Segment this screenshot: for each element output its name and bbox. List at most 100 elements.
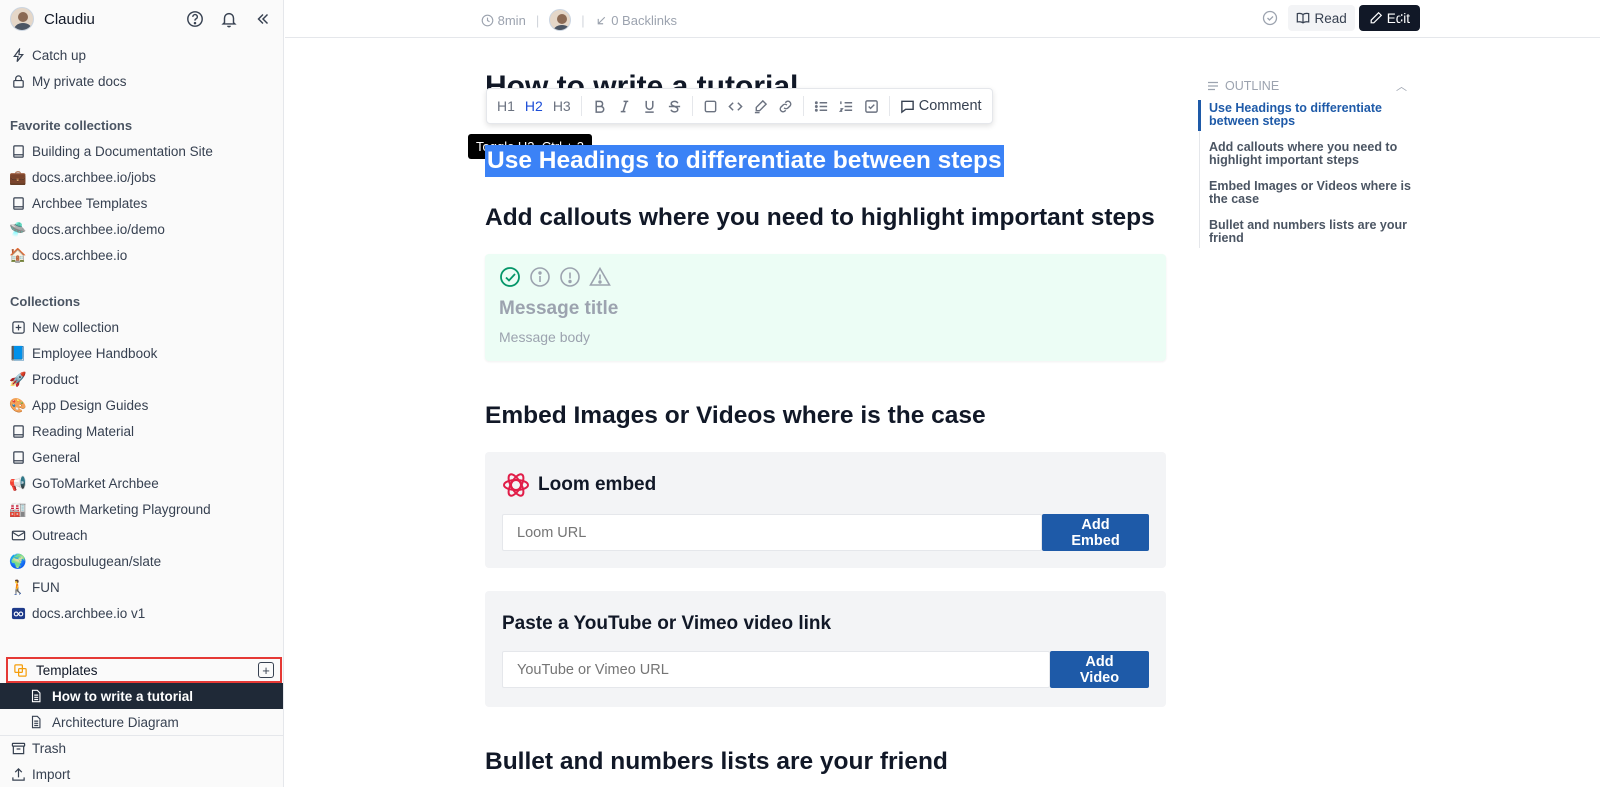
sidebar-item-employee-handbook[interactable]: 📘 Employee Handbook	[0, 340, 283, 366]
heading-embed[interactable]: Embed Images or Videos where is the case	[485, 402, 986, 430]
meta-separator: |	[581, 12, 585, 28]
sidebar-item-docs-jobs[interactable]: 💼 docs.archbee.io/jobs	[0, 164, 283, 190]
outline-item[interactable]: Use Headings to differentiate between st…	[1198, 100, 1419, 131]
user-avatar[interactable]	[10, 7, 34, 31]
loom-embed-title-text: Loom embed	[538, 474, 657, 495]
sidebar-item-outreach[interactable]: Outreach	[0, 522, 283, 548]
sidebar-item-label: Trash	[32, 741, 67, 756]
video-url-input[interactable]	[502, 651, 1050, 688]
user-name[interactable]: Claudiu	[44, 11, 95, 28]
heading-3-button[interactable]: H3	[551, 98, 573, 114]
sidebar-item-gotomarket[interactable]: 📢 GoToMarket Archbee	[0, 470, 283, 496]
italic-icon[interactable]	[615, 99, 634, 114]
alert-circle-icon[interactable]	[559, 266, 581, 288]
sidebar-item-product[interactable]: 🚀 Product	[0, 366, 283, 392]
sidebar-item-fun[interactable]: 🚶 FUN	[0, 574, 283, 600]
read-time-label: 8min	[497, 12, 526, 28]
callout-body[interactable]: Message body	[499, 329, 590, 345]
bulleted-list-icon[interactable]	[812, 99, 831, 114]
briefcase-icon: 💼	[9, 169, 27, 185]
check-circle-icon[interactable]	[1262, 10, 1278, 26]
help-icon[interactable]	[185, 9, 205, 29]
add-template-icon[interactable]: +	[258, 662, 274, 678]
numbered-list-icon[interactable]	[837, 99, 856, 114]
sidebar-item-docs-archbee[interactable]: 🏠 docs.archbee.io	[0, 242, 283, 268]
templates-icon	[12, 662, 28, 678]
bell-icon[interactable]	[219, 9, 239, 29]
sidebar-item-label: docs.archbee.io/jobs	[32, 169, 156, 185]
read-time: 8min	[481, 13, 526, 28]
read-mode-button[interactable]: Read	[1288, 5, 1355, 31]
selected-heading[interactable]: Use Headings to differentiate between st…	[485, 145, 1004, 177]
more-options-icon[interactable]: ⋮	[1392, 8, 1412, 28]
sidebar-item-label: Reading Material	[32, 423, 135, 439]
sidebar-item-label: Catch up	[32, 47, 87, 63]
backlinks[interactable]: 0 Backlinks	[595, 13, 677, 28]
sidebar-item-building-docs[interactable]: Building a Documentation Site	[0, 138, 283, 164]
loom-logo-icon	[503, 473, 529, 497]
box-icon[interactable]	[701, 99, 720, 114]
sidebar-item-trash[interactable]: Trash	[0, 735, 283, 761]
callout-title[interactable]: Message title	[499, 298, 618, 320]
sidebar-item-new-collection[interactable]: New collection	[0, 314, 283, 340]
highlighter-icon[interactable]	[751, 99, 770, 114]
blue-book-icon: 📘	[9, 345, 27, 361]
comment-label: Comment	[918, 98, 982, 114]
sidebar-item-catch-up[interactable]: Catch up	[0, 42, 283, 68]
ufo-icon: 🛸	[9, 221, 27, 237]
heading-lists[interactable]: Bullet and numbers lists are your friend	[485, 748, 948, 776]
outline-heading: OUTLINE	[1225, 79, 1280, 93]
sidebar-doc-architecture-diagram[interactable]: Architecture Diagram	[0, 709, 283, 735]
callout-block[interactable]: Message title Message body	[485, 254, 1166, 361]
heading-2-button[interactable]: H2	[523, 98, 545, 114]
sidebar-item-reading-material[interactable]: Reading Material	[0, 418, 283, 444]
bold-icon[interactable]	[590, 99, 609, 114]
sidebar-item-label: App Design Guides	[32, 397, 149, 413]
sidebar-item-general[interactable]: General	[0, 444, 283, 470]
loom-url-input[interactable]	[502, 514, 1042, 551]
sidebar-item-templates[interactable]: Templates +	[6, 657, 282, 683]
outline-item[interactable]: Add callouts where you need to highlight…	[1200, 139, 1419, 170]
check-circle-icon[interactable]	[499, 266, 521, 288]
toolbar-divider	[691, 96, 693, 116]
sidebar-item-archbee-templates[interactable]: Archbee Templates	[0, 190, 283, 216]
sidebar-doc-how-to-write-tutorial[interactable]: How to write a tutorial	[0, 683, 283, 709]
sidebar-item-private-docs[interactable]: My private docs	[0, 68, 283, 94]
sidebar-item-slate[interactable]: 🌍 dragosbulugean/slate	[0, 548, 283, 574]
sidebar-item-import[interactable]: Import	[0, 761, 283, 787]
strikethrough-icon[interactable]	[665, 99, 684, 114]
sidebar-item-label: Building a Documentation Site	[32, 143, 213, 159]
heading-1-button[interactable]: H1	[495, 98, 517, 114]
sidebar-item-docs-demo[interactable]: 🛸 docs.archbee.io/demo	[0, 216, 283, 242]
outline-item[interactable]: Embed Images or Videos where is the case	[1200, 178, 1419, 209]
collapse-sidebar-icon[interactable]	[253, 9, 273, 29]
clock-icon	[481, 14, 494, 26]
code-icon[interactable]	[726, 99, 745, 114]
outline-header[interactable]: OUTLINE ︿	[1199, 78, 1419, 94]
heading-callouts[interactable]: Add callouts where you need to highlight…	[485, 204, 1155, 232]
warning-triangle-icon[interactable]	[589, 266, 611, 288]
sidebar-item-growth-marketing[interactable]: 🏭 Growth Marketing Playground	[0, 496, 283, 522]
comment-button[interactable]: Comment	[898, 98, 984, 114]
chevron-up-icon[interactable]: ︿	[1396, 78, 1407, 94]
checklist-icon[interactable]	[862, 99, 881, 114]
link-icon[interactable]	[776, 99, 795, 114]
sidebar-item-docs-v1[interactable]: docs.archbee.io v1	[0, 600, 283, 626]
sidebar-item-label: General	[32, 449, 81, 465]
add-video-button[interactable]: Add Video	[1050, 651, 1149, 688]
add-embed-button[interactable]: Add Embed	[1042, 514, 1149, 551]
outline-item[interactable]: Bullet and numbers lists are your friend	[1200, 217, 1419, 248]
archive-icon	[10, 741, 26, 757]
author-avatar[interactable]	[549, 9, 572, 31]
sidebar-item-label: docs.archbee.io/demo	[32, 221, 165, 237]
ab-badge-icon	[10, 605, 26, 621]
upload-icon	[10, 766, 26, 782]
outline-list: Use Headings to differentiate between st…	[1198, 100, 1419, 248]
sidebar-item-label: How to write a tutorial	[52, 688, 194, 704]
underline-icon[interactable]	[640, 99, 659, 114]
sidebar-item-app-design-guides[interactable]: 🎨 App Design Guides	[0, 392, 283, 418]
info-icon[interactable]	[529, 266, 551, 288]
meta-separator: |	[535, 12, 540, 28]
plus-square-icon	[10, 319, 26, 335]
person-walking-icon: 🚶	[9, 579, 27, 595]
